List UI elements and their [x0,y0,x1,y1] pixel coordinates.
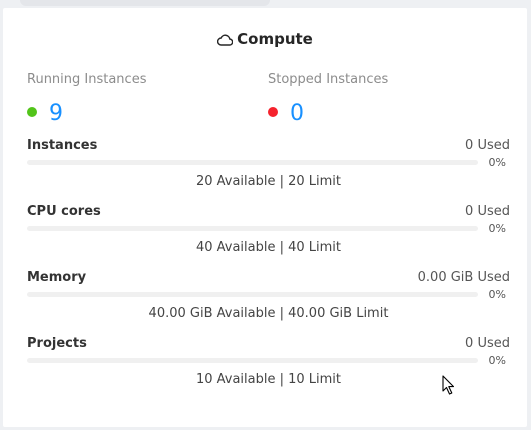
quota-percent: 0% [488,288,506,301]
quota-used: 0 Used [465,336,510,351]
running-instances-count: 9 [49,101,63,126]
running-status-dot [27,107,37,117]
quota-used: 0 Used [465,204,510,219]
quota-progress-track [27,292,478,297]
quota-name: CPU cores [27,204,101,219]
stopped-status-dot [268,107,278,117]
quota-progress-track [27,160,478,165]
quota-name: Projects [27,336,87,351]
quota-name: Memory [27,270,87,285]
compute-card: Compute Running Instances 9 Stopped Inst… [3,8,527,427]
quota-percent: 0% [488,156,506,169]
quota-name: Instances [27,138,98,153]
quota-available: 40 Available | 40 Limit [195,240,342,255]
quota-used: 0.00 GiB Used [417,270,510,285]
card-title-text: Compute [237,30,313,48]
quota-available: 10 Available | 10 Limit [195,372,342,387]
mouse-pointer-icon [442,375,456,399]
quota-progress-track [27,358,478,363]
quota-progress-track [27,226,478,231]
stopped-instances-stat[interactable]: 0 [268,101,304,127]
running-instances-label: Running Instances [27,72,147,87]
running-instances-stat[interactable]: 9 [27,101,63,127]
card-title: Compute [3,30,527,48]
quota-memory: Memory 0.00 GiB Used 0% 40.00 GiB Availa… [27,270,510,336]
quota-available: 40.00 GiB Available | 40.00 GiB Limit [148,306,389,321]
stopped-instances-count: 0 [290,101,304,126]
quota-percent: 0% [488,354,506,367]
quota-percent: 0% [488,222,506,235]
top-card-shadow [20,0,270,6]
quota-instances: Instances 0 Used 0% 20 Available | 20 Li… [27,138,510,204]
quota-used: 0 Used [465,138,510,153]
quota-available: 20 Available | 20 Limit [195,174,342,189]
quota-cpu-cores: CPU cores 0 Used 0% 40 Available | 40 Li… [27,204,510,270]
stopped-instances-label: Stopped Instances [268,72,389,87]
cloud-icon [217,30,237,48]
quota-projects: Projects 0 Used 0% 10 Available | 10 Lim… [27,336,510,402]
